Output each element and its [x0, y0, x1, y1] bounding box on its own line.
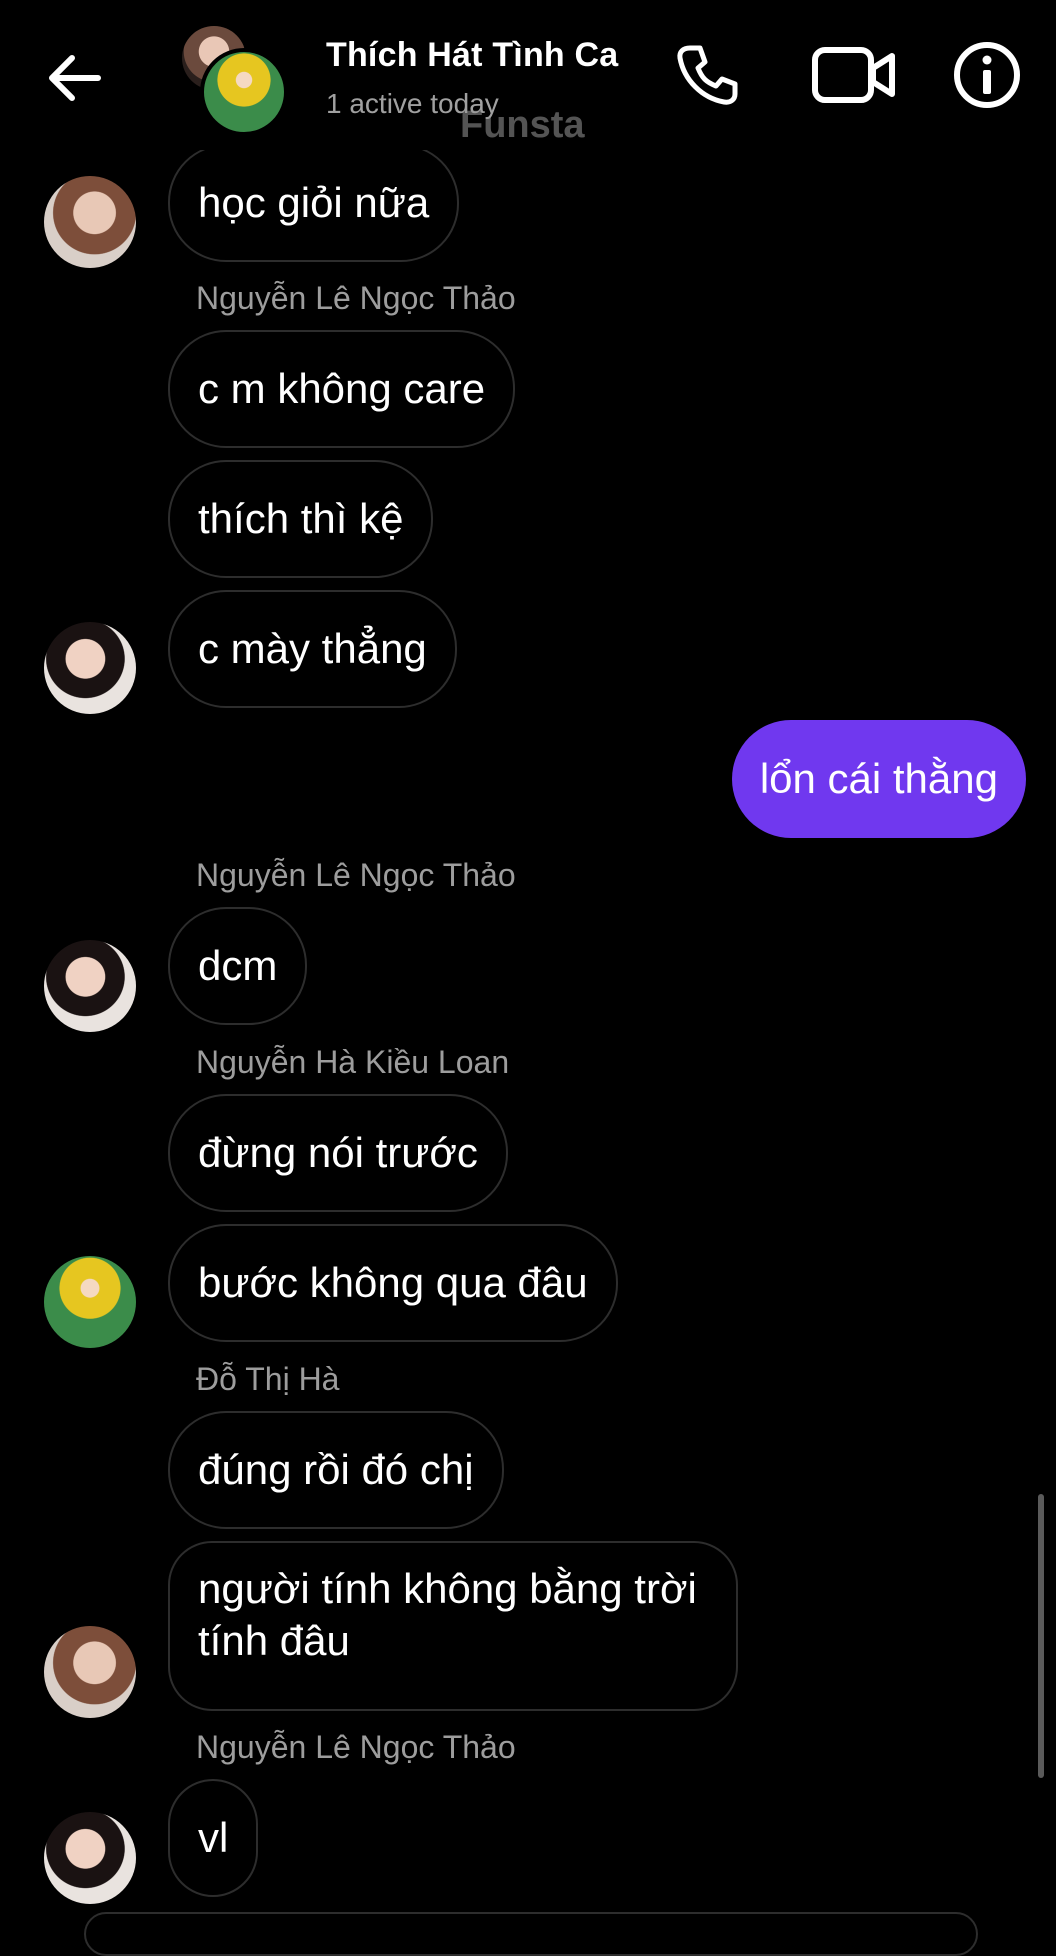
info-button[interactable] — [952, 40, 1022, 110]
message-bubble[interactable]: học giỏi nữa — [168, 144, 460, 262]
call-button[interactable] — [672, 40, 742, 110]
watermark: Funsta — [460, 104, 585, 146]
message-bubble[interactable]: thích thì kệ — [168, 460, 434, 578]
group-avatar[interactable] — [182, 26, 288, 136]
member-avatar — [200, 48, 288, 136]
message-composer[interactable] — [84, 1912, 978, 1956]
arrow-left-icon — [49, 55, 101, 101]
back-button[interactable] — [40, 48, 110, 108]
message-bubble[interactable]: dcm — [168, 907, 308, 1025]
video-camera-icon — [812, 47, 895, 103]
chat-title[interactable]: Thích Hát Tình Ca — [326, 36, 618, 75]
sender-name: Nguyễn Lê Ngọc Thảo — [196, 1729, 516, 1765]
message-bubble[interactable]: c mày thẳng — [168, 590, 457, 708]
my-message-bubble[interactable]: lổn cái thằng — [731, 720, 1026, 838]
info-icon — [954, 42, 1020, 108]
sender-name: Nguyễn Lê Ngọc Thảo — [196, 280, 516, 316]
message-bubble[interactable]: vl — [168, 1779, 259, 1897]
message-bubble[interactable]: người tính không bằng trời tính đâu — [168, 1541, 738, 1711]
message-bubble[interactable]: c m không care — [168, 330, 516, 448]
avatar[interactable] — [44, 940, 136, 1032]
message-bubble[interactable]: bước không qua đâu — [168, 1224, 618, 1342]
avatar[interactable] — [44, 1626, 136, 1718]
avatar[interactable] — [44, 1256, 136, 1348]
avatar[interactable] — [44, 1812, 136, 1904]
avatar[interactable] — [44, 176, 136, 268]
phone-icon — [677, 45, 738, 105]
sender-name: Đỗ Thị Hà — [196, 1361, 340, 1397]
sender-name: Nguyễn Lê Ngọc Thảo — [196, 857, 516, 893]
avatar[interactable] — [44, 622, 136, 714]
message-bubble[interactable]: đừng nói trước — [168, 1094, 508, 1212]
scrollbar[interactable] — [1038, 1494, 1044, 1778]
sender-name: Nguyễn Hà Kiều Loan — [196, 1044, 510, 1080]
video-call-button[interactable] — [810, 40, 900, 110]
message-bubble[interactable]: đúng rồi đó chị — [168, 1411, 504, 1529]
